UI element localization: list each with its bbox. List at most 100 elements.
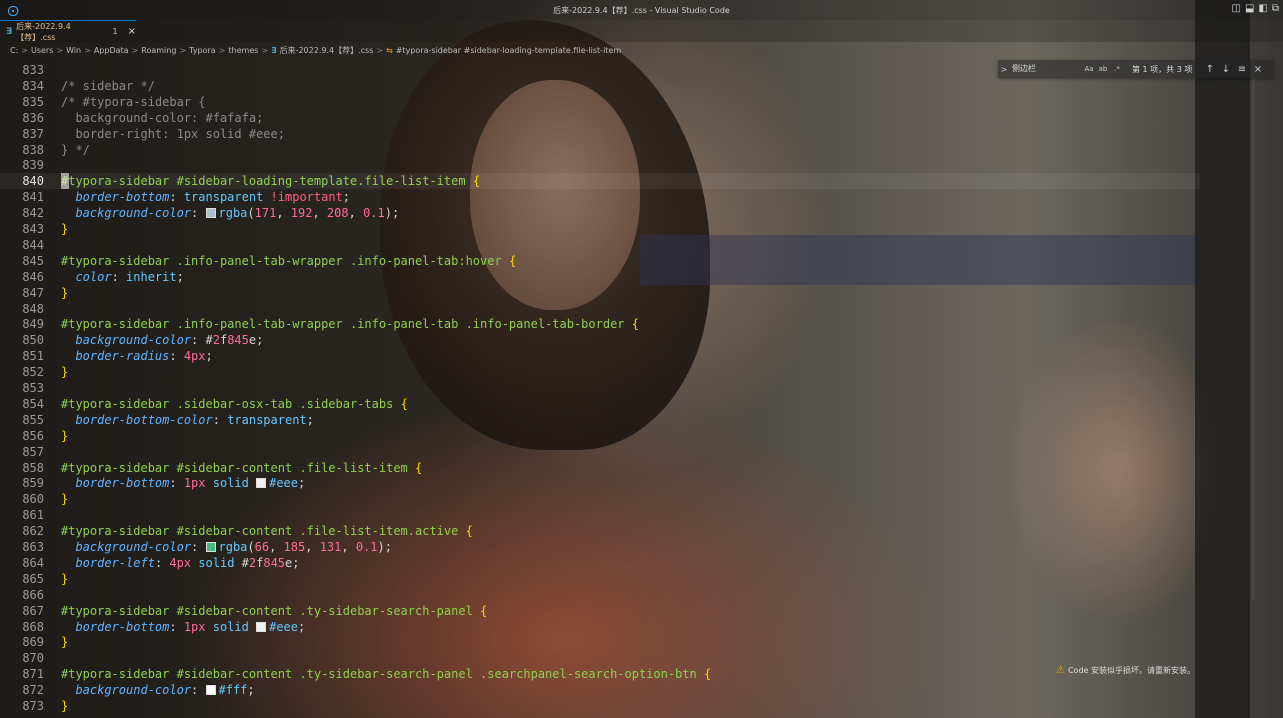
notification-text: Code 安装似乎损坏。请重新安装。 xyxy=(1067,666,1195,675)
close-icon[interactable]: × xyxy=(128,26,136,37)
code-text: } */ xyxy=(61,142,90,157)
color-swatch[interactable] xyxy=(205,542,216,552)
customize-layout-icon[interactable]: ⧉ xyxy=(1272,3,1279,14)
code-text: } xyxy=(61,635,69,650)
whole-word-toggle[interactable]: ab xyxy=(1096,65,1110,73)
code-line[interactable]: 839 xyxy=(0,157,1200,173)
tab-label: 后来-2022.9.4【荐】.css xyxy=(16,21,71,42)
regex-toggle[interactable]: .* xyxy=(1110,65,1124,73)
code-line[interactable]: 863 background-color: rgba(66, 185, 131,… xyxy=(0,539,1200,555)
close-icon[interactable]: × xyxy=(1250,64,1266,75)
code-text: } xyxy=(61,492,69,507)
code-text: #typora-sidebar #sidebar-content .file-l… xyxy=(61,524,473,539)
line-number: 839 xyxy=(22,158,44,173)
notification[interactable]: ⚠ Code 安装似乎损坏。请重新安装。 xyxy=(1056,665,1195,676)
code-line[interactable]: 868 border-bottom: 1px solid #eee; xyxy=(0,619,1200,635)
find-input[interactable]: 侧边栏 xyxy=(1010,62,1082,76)
breadcrumb-item[interactable]: Typora xyxy=(189,46,216,55)
color-swatch[interactable] xyxy=(256,621,267,632)
code-text: border-bottom-color: transparent; xyxy=(75,412,314,427)
code-line[interactable]: 849 #typora-sidebar .info-panel-tab-wrapp… xyxy=(0,316,1200,332)
code-line[interactable]: 873} xyxy=(0,698,1200,714)
code-line[interactable]: 857 xyxy=(0,444,1200,460)
code-line[interactable]: 871 #typora-sidebar #sidebar-content .ty-… xyxy=(0,666,1200,682)
arrow-up-icon[interactable]: ↑ xyxy=(1202,64,1218,75)
code-line[interactable]: 848 xyxy=(0,301,1200,317)
toggle-panel-icon[interactable]: ⬓ xyxy=(1245,3,1254,14)
chevron-right-icon: > xyxy=(84,45,91,55)
code-text: #typora-sidebar #sidebar-loading-templat… xyxy=(61,174,481,189)
code-line[interactable]: 860} xyxy=(0,491,1200,507)
code-line[interactable]: 869} xyxy=(0,634,1200,650)
code-line[interactable]: 837 border-right: 1px solid #eee; xyxy=(0,126,1200,142)
toggle-replace-icon[interactable]: > xyxy=(998,65,1010,74)
code-line[interactable]: 867 #typora-sidebar #sidebar-content .ty-… xyxy=(0,603,1200,619)
tab-css-file[interactable]: ∃ 后来-2022.9.4【荐】.css 1 × xyxy=(0,20,136,42)
code-line[interactable]: 851 border-radius: 4px; xyxy=(0,348,1200,364)
line-number: 840 xyxy=(22,174,44,189)
code-line[interactable]: 834 /* sidebar */ xyxy=(0,78,1200,94)
breadcrumb-item[interactable]: Roaming xyxy=(141,46,176,55)
line-number: 848 xyxy=(22,301,44,316)
code-line[interactable]: 840 #typora-sidebar #sidebar-loading-temp… xyxy=(0,173,1200,190)
window-title: 后来-2022.9.4【荐】.css - Visual Studio Code xyxy=(553,5,730,15)
breadcrumb-item[interactable]: #typora-sidebar #sidebar-loading-templat… xyxy=(396,46,621,55)
code-text: #typora-sidebar .info-panel-tab-wrapper … xyxy=(61,253,517,268)
code-line[interactable]: 853 xyxy=(0,380,1200,396)
scrollbar[interactable] xyxy=(1252,60,1255,600)
code-line[interactable]: 836 background-color: #fafafa; xyxy=(0,110,1200,126)
code-line[interactable]: 872 background-color: #fff; xyxy=(0,682,1200,698)
color-swatch[interactable] xyxy=(256,478,267,489)
line-number: 841 xyxy=(22,190,44,205)
match-case-toggle[interactable]: Aa xyxy=(1082,65,1096,73)
code-line[interactable]: 850 background-color: #2f845e; xyxy=(0,332,1200,348)
code-text: border-left: 4px solid #2f845e; xyxy=(75,555,300,570)
breadcrumb-item[interactable]: C: xyxy=(10,46,18,55)
code-line[interactable]: 859 border-bottom: 1px solid #eee; xyxy=(0,475,1200,491)
code-line[interactable]: 841 border-bottom: transparent !importan… xyxy=(0,189,1200,205)
line-number: 857 xyxy=(22,444,44,459)
code-line[interactable]: 858 #typora-sidebar #sidebar-content .fil… xyxy=(0,460,1200,476)
code-line[interactable]: 866 xyxy=(0,587,1200,603)
code-text: #typora-sidebar .info-panel-tab-wrapper … xyxy=(61,317,639,332)
code-line[interactable]: 847} xyxy=(0,285,1200,301)
code-line[interactable]: 846 color: inherit; xyxy=(0,269,1200,285)
arrow-down-icon[interactable]: ↓ xyxy=(1218,64,1234,75)
code-line[interactable]: 864 border-left: 4px solid #2f845e; xyxy=(0,555,1200,571)
code-line[interactable]: 862 #typora-sidebar #sidebar-content .fil… xyxy=(0,523,1200,539)
code-line[interactable]: 870 xyxy=(0,650,1200,666)
code-line[interactable]: 835 /* #typora-sidebar { xyxy=(0,94,1200,110)
code-line[interactable]: 842 background-color: rgba(171, 192, 208… xyxy=(0,205,1200,221)
code-text: #typora-sidebar #sidebar-content .ty-sid… xyxy=(61,603,488,618)
breadcrumb-item[interactable]: AppData xyxy=(94,46,129,55)
code-line[interactable]: 852} xyxy=(0,364,1200,380)
breadcrumb-item[interactable]: themes xyxy=(228,46,258,55)
line-number: 834 xyxy=(22,78,44,93)
breadcrumb-item[interactable]: Win xyxy=(66,46,81,55)
code-line[interactable]: 838} */ xyxy=(0,142,1200,158)
breadcrumb-item[interactable]: Users xyxy=(31,46,53,55)
code-line[interactable]: 855 border-bottom-color: transparent; xyxy=(0,412,1200,428)
toggle-primary-sidebar-icon[interactable]: ◫ xyxy=(1232,3,1241,14)
line-number: 864 xyxy=(22,555,44,570)
code-text: /* sidebar */ xyxy=(61,78,155,93)
vscode-icon[interactable]: ⨀ xyxy=(0,4,26,17)
color-swatch[interactable] xyxy=(205,685,216,696)
css-file-icon: ∃ xyxy=(6,26,13,37)
code-line[interactable]: 854 #typora-sidebar .sidebar-osx-tab .sid… xyxy=(0,396,1200,412)
symbol-selector-icon: ⇆ xyxy=(386,45,393,55)
code-line[interactable]: 865} xyxy=(0,571,1200,587)
breadcrumb: C: > Users > Win > AppData > Roaming > T… xyxy=(10,44,621,56)
code-line[interactable]: 844 xyxy=(0,237,1200,253)
find-in-selection-icon[interactable]: ≡ xyxy=(1234,64,1250,75)
toggle-secondary-sidebar-icon[interactable]: ◧ xyxy=(1258,3,1267,14)
line-number: 863 xyxy=(22,540,44,554)
code-line[interactable]: 861 xyxy=(0,507,1200,523)
code-line[interactable]: 845 #typora-sidebar .info-panel-tab-wrapp… xyxy=(0,253,1200,269)
breadcrumb-item[interactable]: 后来-2022.9.4【荐】.css xyxy=(280,45,374,56)
code-text: } xyxy=(61,285,69,300)
code-editor[interactable]: 833 834 /* sidebar */ 835 /* #typora-sidebar… xyxy=(0,60,1283,718)
color-swatch[interactable] xyxy=(205,208,216,219)
code-line[interactable]: 843} xyxy=(0,221,1200,237)
code-line[interactable]: 856} xyxy=(0,428,1200,444)
